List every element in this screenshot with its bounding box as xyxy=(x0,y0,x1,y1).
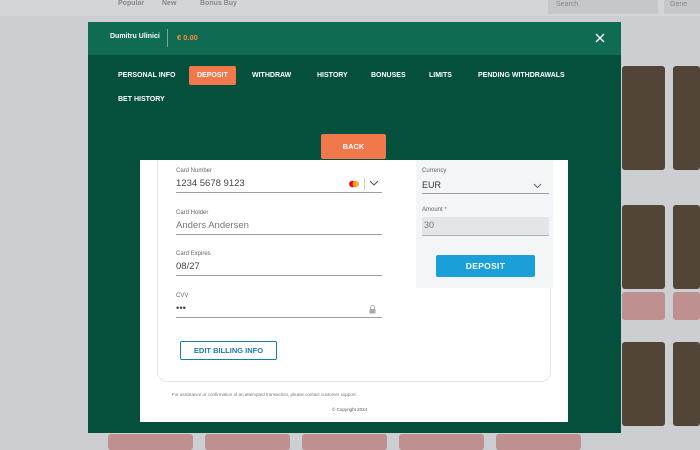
edit-billing-info-button[interactable]: EDIT BILLING INFO xyxy=(180,341,277,360)
back-button[interactable]: BACK xyxy=(321,134,386,159)
card-number-label: Card Number xyxy=(176,168,213,174)
tab-pending-withdrawals[interactable]: PENDING WITHDRAWALS xyxy=(470,66,573,85)
balance: € 0.00 xyxy=(177,33,198,42)
card-number-field: Card Number 1234 5678 9123 xyxy=(176,168,382,194)
card-expires-label: Card Expires xyxy=(176,251,211,257)
cvv-input[interactable]: ••• xyxy=(176,302,382,318)
deposit-button[interactable]: DEPOSIT xyxy=(436,255,535,277)
payment-summary: Currency EUR Amount * 30 DEPOSIT xyxy=(416,160,553,288)
tab-bet-history[interactable]: BET HISTORY xyxy=(110,90,173,109)
currency-select[interactable]: EUR xyxy=(422,178,549,194)
close-icon[interactable] xyxy=(593,31,607,45)
tab-bonuses[interactable]: BONUSES xyxy=(363,66,414,85)
header-divider xyxy=(167,29,168,47)
copyright: © Copyright 2024 xyxy=(332,407,368,412)
username: Dumitru Ulinici xyxy=(110,33,160,40)
tab-deposit[interactable]: DEPOSIT xyxy=(189,66,236,85)
required-mark: * xyxy=(444,207,447,213)
tab-limits[interactable]: LIMITS xyxy=(421,66,460,85)
card-expires-input[interactable]: 08/27 xyxy=(176,260,382,276)
assistance-note: For assistance or confirmation of an att… xyxy=(172,392,357,397)
card-holder-field: Card Holder Anders Andersen xyxy=(176,210,382,236)
deposit-form-card: Card Number 1234 5678 9123 Card Holder A… xyxy=(157,160,553,382)
card-expires-field: Card Expires 08/27 xyxy=(176,251,382,277)
account-modal: Dumitru Ulinici € 0.00 PERSONAL INFO DEP… xyxy=(88,22,621,433)
tab-personal-info[interactable]: PERSONAL INFO xyxy=(110,66,183,85)
modal-header: Dumitru Ulinici € 0.00 xyxy=(88,22,621,55)
deposit-panel: Card Number 1234 5678 9123 Card Holder A… xyxy=(140,160,568,422)
card-divider xyxy=(364,178,365,190)
chevron-down-icon[interactable] xyxy=(369,179,379,187)
amount-input[interactable]: 30 xyxy=(422,217,549,236)
chevron-down-icon[interactable] xyxy=(533,182,542,189)
mastercard-icon xyxy=(349,180,359,188)
lock-icon xyxy=(369,305,376,314)
tab-history[interactable]: HISTORY xyxy=(309,66,356,85)
currency-label: Currency xyxy=(422,168,447,174)
card-holder-input[interactable]: Anders Andersen xyxy=(176,219,382,235)
amount-label: Amount * xyxy=(422,207,447,213)
cvv-field: CVV ••• xyxy=(176,293,382,319)
cvv-label: CVV xyxy=(176,293,189,299)
tab-withdraw[interactable]: WITHDRAW xyxy=(244,66,299,85)
card-holder-label: Card Holder xyxy=(176,210,209,216)
